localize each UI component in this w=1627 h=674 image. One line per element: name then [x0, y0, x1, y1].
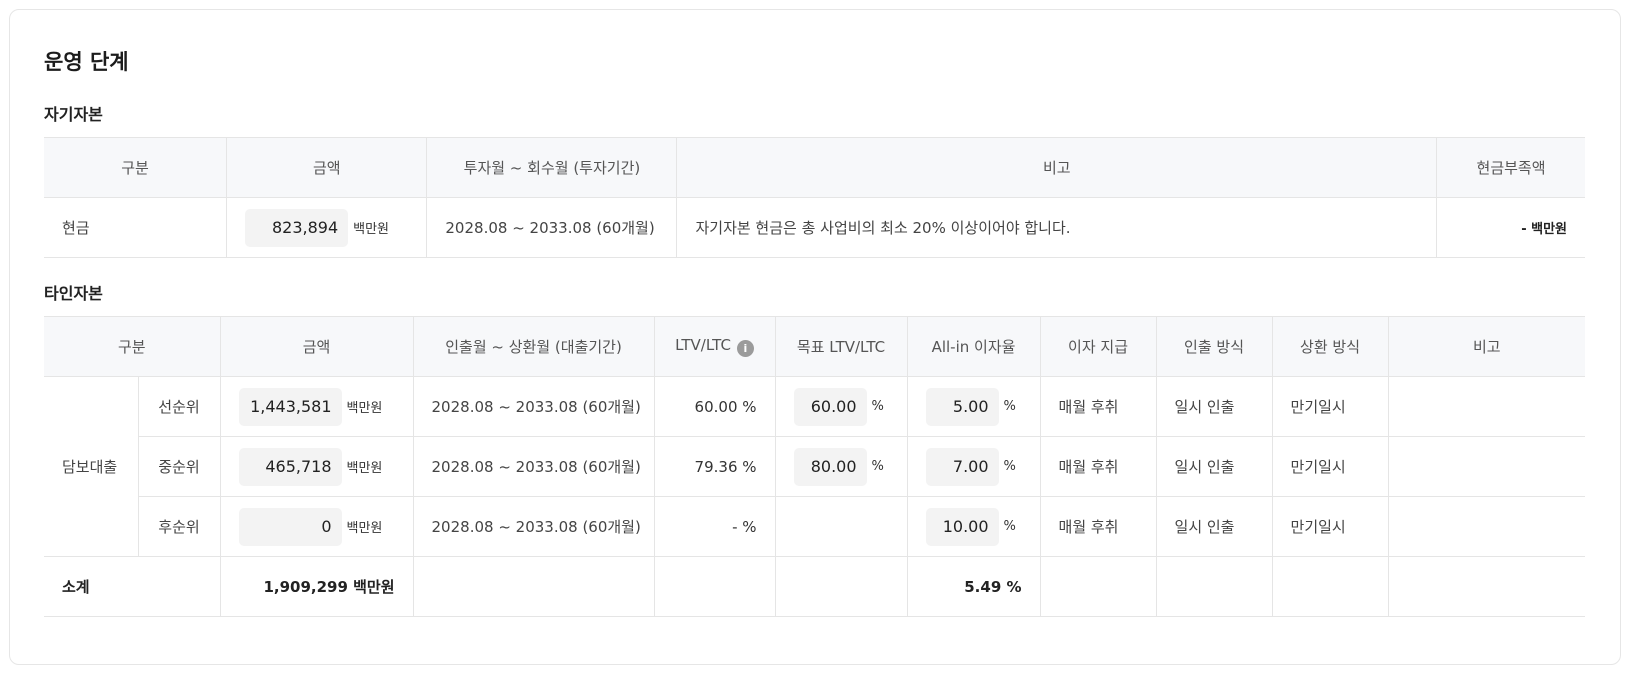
unit-label: 백만원 [346, 461, 383, 476]
investment-period: 2028.08 ~ 2033.08 (60개월) [426, 197, 677, 258]
unit-label: 백만원 [346, 401, 383, 416]
page-title: 운영 단계 [44, 50, 129, 74]
percent-unit: % [871, 399, 884, 414]
tranche-label: 중순위 [138, 436, 221, 497]
equity-section-title: 자기자본 [44, 105, 103, 124]
mezzanine-amount-input[interactable]: 465,718 [238, 447, 342, 486]
subtotal-rate: 5.49 % [906, 556, 1041, 617]
ltv-value: - % [653, 496, 776, 557]
header-note: 비고 [676, 137, 1437, 198]
draw-method: 일시 인출 [1155, 376, 1273, 437]
equity-cash-amount-input[interactable]: 823,894 [245, 208, 349, 247]
amount-cell: 1,443,581 백만원 [219, 376, 414, 437]
rate-cell: 5.00% [906, 376, 1041, 437]
empty-cell [774, 556, 908, 617]
percent-unit: % [871, 459, 884, 474]
tranche-label: 후순위 [138, 496, 221, 557]
header-loan-period: 인출월 ~ 상환월 (대출기간) [412, 316, 655, 377]
repayment-method: 만기일시 [1271, 436, 1389, 497]
table-row: 현금 823,894 백만원 2028.08 ~ 2033.08 (60개월) 자… [44, 197, 1585, 258]
empty-cell [412, 556, 655, 617]
header-all-in-rate: All-in 이자율 [906, 316, 1041, 377]
header-amount: 금액 [226, 137, 427, 198]
table-header-row: 구분 금액 투자월 ~ 회수월 (투자기간) 비고 현금부족액 [44, 137, 1585, 198]
amount-cell: 465,718 백만원 [219, 436, 414, 497]
subtotal-amount: 1,909,299 백만원 [219, 556, 414, 617]
senior-amount-input[interactable]: 1,443,581 [238, 387, 342, 426]
loan-period: 2028.08 ~ 2033.08 (60개월) [412, 376, 655, 437]
header-interest-payment: 이자 지급 [1039, 316, 1157, 377]
ltv-value: 79.36 % [653, 436, 776, 497]
group-label: 담보대출 [44, 376, 139, 557]
table-row: 담보대출 선순위 1,443,581 백만원 2028.08 ~ 2033.08 … [44, 376, 1586, 557]
empty-cell [1155, 556, 1273, 617]
draw-method: 일시 인출 [1155, 496, 1273, 557]
rate-cell: 10.00% [906, 496, 1041, 557]
ltv-value: 60.00 % [653, 376, 776, 437]
header-amount: 금액 [219, 316, 414, 377]
amount-cell: 0 백만원 [219, 496, 414, 557]
repayment-method: 만기일시 [1271, 496, 1389, 557]
row-label: 현금 [44, 197, 227, 258]
note-cell [1387, 436, 1586, 497]
target-ltv-cell: 60.00% [774, 376, 908, 437]
junior-amount-input[interactable]: 0 [238, 507, 342, 546]
rate-cell: 7.00% [906, 436, 1041, 497]
unit-label: 백만원 [353, 222, 390, 237]
equity-table: 구분 금액 투자월 ~ 회수월 (투자기간) 비고 현금부족액 현금 823,8… [44, 137, 1585, 258]
senior-target-ltv-input[interactable]: 60.00 [793, 387, 867, 426]
table-row: 후순위 0 백만원 2028.08 ~ 2033.08 (60개월) - % 10… [44, 496, 1586, 557]
subtotal-label: 소계 [44, 556, 221, 617]
loan-period: 2028.08 ~ 2033.08 (60개월) [412, 496, 655, 557]
interest-payment: 매월 후취 [1039, 376, 1157, 437]
debt-table: 구분 금액 인출월 ~ 상환월 (대출기간) LTV/LTC i 목표 LTV/L… [44, 316, 1586, 617]
header-repayment-method: 상환 방식 [1271, 316, 1389, 377]
header-category: 구분 [44, 137, 227, 198]
note-cell [1387, 496, 1586, 557]
percent-unit: % [1003, 519, 1016, 534]
empty-cell [1039, 556, 1157, 617]
note-text: 자기자본 현금은 총 사업비의 최소 20% 이상이어야 합니다. [676, 197, 1437, 258]
senior-rate-input[interactable]: 5.00 [925, 387, 999, 426]
draw-method: 일시 인출 [1155, 436, 1273, 497]
interest-payment: 매월 후취 [1039, 436, 1157, 497]
cash-shortfall-value: - 백만원 [1436, 197, 1585, 258]
target-ltv-cell: 80.00% [774, 436, 908, 497]
header-cash-shortfall: 현금부족액 [1436, 137, 1585, 198]
percent-unit: % [1003, 399, 1016, 414]
header-category: 구분 [44, 316, 221, 377]
unit-label: 백만원 [346, 521, 383, 536]
percent-unit: % [1003, 459, 1016, 474]
header-ltv-label: LTV/LTC [675, 336, 731, 354]
header-draw-method: 인출 방식 [1155, 316, 1273, 377]
subtotal-row: 소계 1,909,299 백만원 5.49 % [44, 556, 1586, 617]
mezzanine-target-ltv-input[interactable]: 80.00 [793, 447, 867, 486]
amount-cell: 823,894 백만원 [226, 197, 427, 258]
repayment-method: 만기일시 [1271, 376, 1389, 437]
header-note: 비고 [1387, 316, 1586, 377]
empty-cell [653, 556, 776, 617]
info-icon[interactable]: i [736, 340, 754, 357]
header-ltv: LTV/LTC i [653, 316, 776, 377]
note-cell [1387, 376, 1586, 437]
table-row: 중순위 465,718 백만원 2028.08 ~ 2033.08 (60개월) … [44, 436, 1586, 497]
header-investment-period: 투자월 ~ 회수월 (투자기간) [426, 137, 677, 198]
loan-period: 2028.08 ~ 2033.08 (60개월) [412, 436, 655, 497]
target-ltv-cell [774, 496, 908, 557]
junior-rate-input[interactable]: 10.00 [925, 507, 999, 546]
empty-cell [1271, 556, 1389, 617]
header-target-ltv: 목표 LTV/LTC [774, 316, 908, 377]
table-header-row: 구분 금액 인출월 ~ 상환월 (대출기간) LTV/LTC i 목표 LTV/L… [44, 316, 1586, 377]
debt-section-title: 타인자본 [44, 284, 103, 303]
tranche-label: 선순위 [138, 376, 221, 437]
interest-payment: 매월 후취 [1039, 496, 1157, 557]
empty-cell [1387, 556, 1586, 617]
mezzanine-rate-input[interactable]: 7.00 [925, 447, 999, 486]
